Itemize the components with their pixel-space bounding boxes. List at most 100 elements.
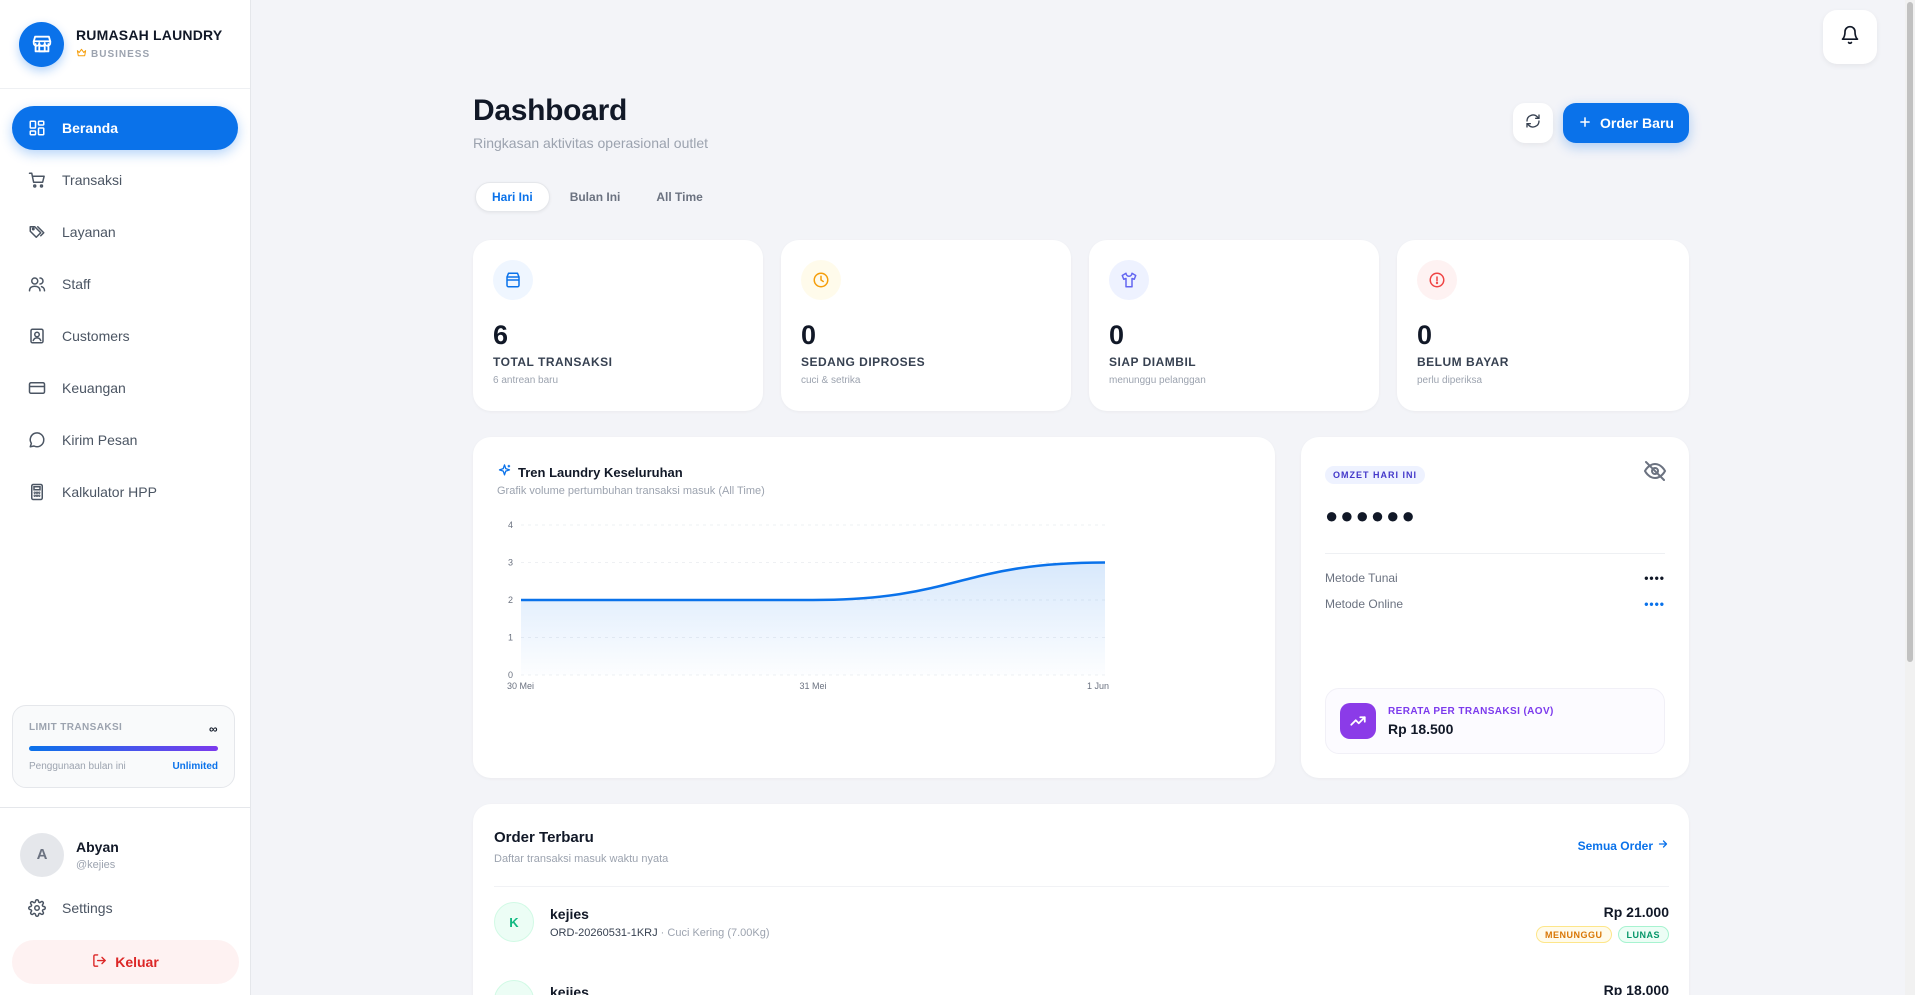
tab-bulan-ini[interactable]: Bulan Ini [554, 182, 637, 212]
all-orders-link[interactable]: Semua Order [1578, 838, 1669, 853]
main-content: Dashboard Ringkasan aktivitas operasiona… [252, 0, 1915, 995]
revenue-row-cash: Metode Tunai •••• [1325, 571, 1665, 585]
gear-icon [28, 899, 46, 917]
stat-card-total-transaksi[interactable]: 6 TOTAL TRANSAKSI 6 antrean baru [473, 240, 763, 411]
revenue-row-value: •••• [1644, 597, 1665, 611]
customer-avatar: K [494, 902, 534, 942]
revenue-row-label: Metode Online [1325, 597, 1404, 611]
revenue-hidden-value: ●●●●●● [1325, 503, 1417, 528]
eye-off-icon[interactable] [1643, 459, 1667, 488]
sidebar-item-layanan[interactable]: Layanan [12, 210, 238, 254]
order-service: · Cuci Kering (7.00Kg) [657, 927, 770, 939]
sidebar-footer: A Abyan @kejies Settings Keluar [0, 807, 251, 984]
revenue-row-online: Metode Online •••• [1325, 597, 1665, 611]
sidebar-item-kalkulator-hpp[interactable]: Kalkulator HPP [12, 470, 238, 514]
y-tick-label: 4 [508, 520, 513, 530]
stat-card-siap-diambil[interactable]: 0 SIAP DIAMBIL menunggu pelanggan [1089, 240, 1379, 411]
transaction-limit-card: LIMIT TRANSAKSI ∞ Penggunaan bulan ini U… [12, 705, 235, 788]
new-order-button[interactable]: Order Baru [1563, 103, 1689, 143]
user-handle: @kejies [76, 858, 116, 871]
plus-icon [1578, 115, 1592, 132]
divider [494, 886, 1669, 887]
chat-icon [28, 431, 46, 449]
user-name: Abyan [76, 838, 119, 855]
limit-title: LIMIT TRANSAKSI [29, 722, 123, 733]
order-row[interactable]: K kejies Rp 18.000 [494, 966, 1669, 995]
scrollbar-thumb[interactable] [1907, 2, 1913, 662]
sidebar-item-label: Customers [62, 328, 130, 344]
card-icon [28, 379, 46, 397]
period-tabs: Hari Ini Bulan Ini All Time [473, 180, 721, 214]
stat-value: 0 [1417, 320, 1433, 350]
trending-up-icon [1340, 703, 1376, 739]
trend-chart: 0 1 2 3 4 30 Mei 31 Mei 1 Jun [507, 520, 1109, 691]
grid-icon [28, 119, 46, 137]
aov-value: Rp 18.500 [1388, 720, 1454, 737]
customer-name: kejies [550, 984, 589, 995]
stat-value: 0 [1109, 320, 1125, 350]
sidebar-item-staff[interactable]: Staff [12, 262, 238, 306]
aov-label: RERATA PER TRANSAKSI (AOV) [1388, 705, 1554, 717]
stat-card-sedang-diproses[interactable]: 0 SEDANG DIPROSES cuci & setrika [781, 240, 1071, 411]
refresh-button[interactable] [1513, 103, 1553, 143]
stat-label: BELUM BAYAR [1417, 355, 1509, 369]
sidebar-item-keuangan[interactable]: Keuangan [12, 366, 238, 410]
scrollbar[interactable] [1905, 0, 1915, 995]
sidebar-item-customers[interactable]: Customers [12, 314, 238, 358]
sidebar-item-label: Kalkulator HPP [62, 484, 157, 500]
sidebar-nav: Beranda Transaksi Layanan Staff Customer… [0, 89, 250, 514]
avatar: A [20, 832, 64, 877]
orders-title: Order Terbaru [494, 829, 594, 846]
settings-button[interactable]: Settings [12, 886, 239, 930]
y-tick-label: 2 [508, 595, 513, 605]
logout-button[interactable]: Keluar [12, 940, 239, 984]
logout-label: Keluar [115, 954, 159, 970]
order-row[interactable]: K kejies ORD-20260531-1KRJ · Cuci Kering… [494, 888, 1669, 948]
stat-label: TOTAL TRANSAKSI [493, 355, 613, 369]
limit-progress-bar [29, 746, 218, 751]
x-tick-label: 1 Jun [1087, 681, 1109, 691]
chart-area-fill [521, 562, 1105, 675]
tab-all-time[interactable]: All Time [640, 182, 718, 212]
revenue-row-value: •••• [1644, 571, 1665, 585]
sidebar-item-label: Layanan [62, 224, 116, 240]
crown-icon [76, 47, 87, 61]
brand-tier: BUSINESS [91, 48, 151, 60]
x-tick-label: 30 Mei [507, 681, 534, 691]
sidebar-item-transaksi[interactable]: Transaksi [12, 158, 238, 202]
stat-card-belum-bayar[interactable]: 0 BELUM BAYAR perlu diperiksa [1397, 240, 1689, 411]
tab-hari-ini[interactable]: Hari Ini [475, 182, 550, 212]
refresh-icon [1525, 113, 1541, 134]
order-id: ORD-20260531-1KRJ [550, 927, 658, 939]
arrow-right-icon [1657, 838, 1669, 853]
y-tick-label: 1 [508, 633, 513, 643]
infinity-symbol: ∞ [209, 722, 218, 736]
payment-badge: LUNAS [1617, 926, 1669, 943]
page-subtitle: Ringkasan aktivitas operasional outlet [473, 135, 709, 151]
stat-value: 6 [493, 320, 509, 350]
clock-icon [801, 260, 841, 300]
settings-label: Settings [62, 900, 113, 916]
user-profile[interactable]: A Abyan @kejies [0, 808, 251, 886]
new-order-label: Order Baru [1600, 115, 1674, 131]
notifications-button[interactable] [1823, 10, 1877, 64]
cart-icon [28, 171, 46, 189]
brand[interactable]: RUMASAH LAUNDRY BUSINESS [0, 0, 250, 89]
stat-sub: 6 antrean baru [493, 375, 559, 386]
sidebar-item-beranda[interactable]: Beranda [12, 106, 238, 150]
brand-name: RUMASAH LAUNDRY [76, 27, 223, 43]
sidebar-item-kirim-pesan[interactable]: Kirim Pesan [12, 418, 238, 462]
revenue-badge: OMZET HARI INI [1325, 466, 1425, 484]
stat-label: SEDANG DIPROSES [801, 355, 926, 369]
package-icon [493, 260, 533, 300]
tags-icon [28, 223, 46, 241]
calculator-icon [28, 483, 46, 501]
orders-subtitle: Daftar transaksi masuk waktu nyata [494, 853, 669, 865]
stat-sub: menunggu pelanggan [1109, 375, 1206, 386]
stat-sub: perlu diperiksa [1417, 375, 1483, 386]
sidebar-item-label: Transaksi [62, 172, 123, 188]
aov-box: RERATA PER TRANSAKSI (AOV) Rp 18.500 [1325, 688, 1665, 754]
users-icon [28, 275, 46, 293]
order-price: Rp 18.000 [1603, 982, 1669, 995]
bell-icon [1840, 25, 1860, 50]
